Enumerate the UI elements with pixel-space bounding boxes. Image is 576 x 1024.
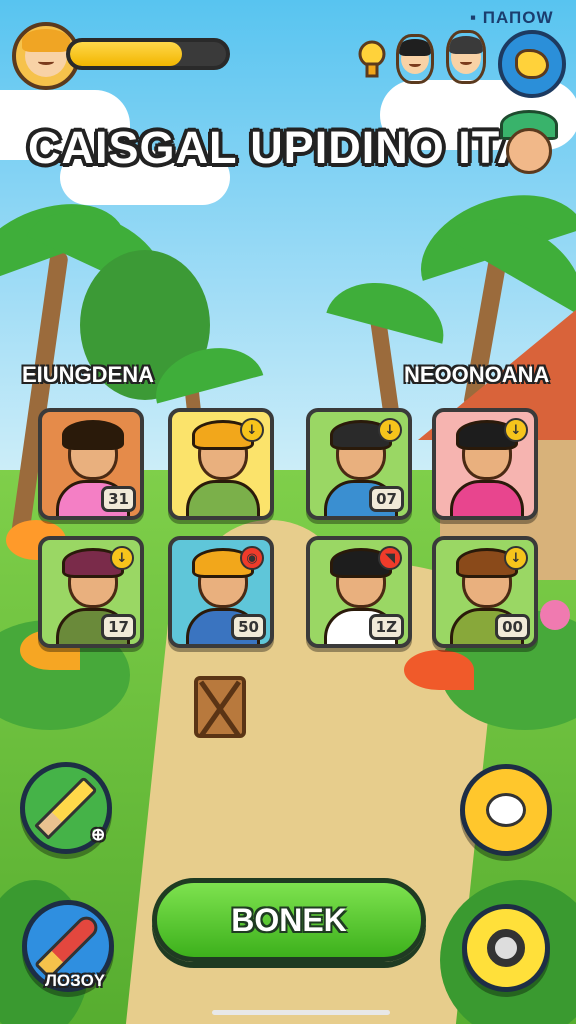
edit-button[interactable]: ⊕ [20, 762, 112, 854]
game-title: CAISGAL UPIDINO ITA [28, 122, 531, 173]
character-body [450, 480, 524, 516]
villager-1-icon[interactable] [396, 34, 434, 84]
villager-2-icon[interactable] [446, 30, 486, 84]
character-card[interactable]: 31 [38, 408, 144, 520]
character-card[interactable]: ↓ 17 [38, 536, 144, 648]
card-level-badge: 50 [231, 614, 266, 640]
card-badge-icon: ↓ [504, 546, 528, 570]
rocket-icon [34, 912, 102, 980]
home-indicator[interactable] [212, 1010, 390, 1015]
chat-bubble-icon [486, 793, 526, 827]
map-icon[interactable] [498, 30, 566, 98]
character-body [186, 480, 260, 516]
character-card[interactable]: ↓ 00 [432, 536, 538, 648]
card-badge-icon: ◥ [378, 546, 402, 570]
character-card[interactable]: ↓ [168, 408, 274, 520]
xp-progress-bar [66, 38, 230, 70]
card-level-badge: 07 [369, 486, 404, 512]
card-badge-icon: ↓ [110, 546, 134, 570]
supply-crate[interactable] [194, 676, 246, 738]
xp-progress-fill [70, 42, 183, 66]
chat-button[interactable] [460, 764, 552, 856]
character-card[interactable]: ◉ 50 [168, 536, 274, 648]
main-action-button[interactable]: BONEK [152, 878, 426, 962]
card-level-badge: 00 [495, 614, 530, 640]
trophy-icon[interactable] [352, 38, 392, 78]
card-badge-icon: ↓ [240, 418, 264, 442]
left-section-label: EIUNGDENA [22, 362, 155, 387]
search-button[interactable] [462, 904, 550, 992]
edit-sub-label: ⊕ [91, 825, 106, 844]
card-badge-icon: ↓ [378, 418, 402, 442]
main-action-label: BONEK [231, 901, 347, 938]
character-card[interactable]: ◥ 1Z [306, 536, 412, 648]
launch-sub-label: ЛОЗОY [45, 971, 106, 990]
flower [540, 600, 570, 630]
card-badge-icon: ◉ [240, 546, 264, 570]
guide-avatar-icon[interactable] [496, 110, 562, 184]
character-card[interactable]: ↓ [432, 408, 538, 520]
launch-button[interactable]: ЛОЗОY [22, 900, 114, 992]
card-level-badge: 1Z [368, 614, 404, 640]
card-badge-icon: ↓ [504, 418, 528, 442]
card-level-badge: 31 [101, 486, 136, 512]
right-section-label: NEOONOANA [404, 362, 550, 387]
character-hair [62, 420, 124, 450]
card-level-badge: 17 [101, 614, 136, 640]
pencil-icon [34, 776, 98, 840]
character-card[interactable]: ↓ 07 [306, 408, 412, 520]
status-bar-text: ▪ ПАПОW [470, 8, 554, 27]
search-icon [487, 929, 525, 967]
flower [404, 650, 474, 690]
